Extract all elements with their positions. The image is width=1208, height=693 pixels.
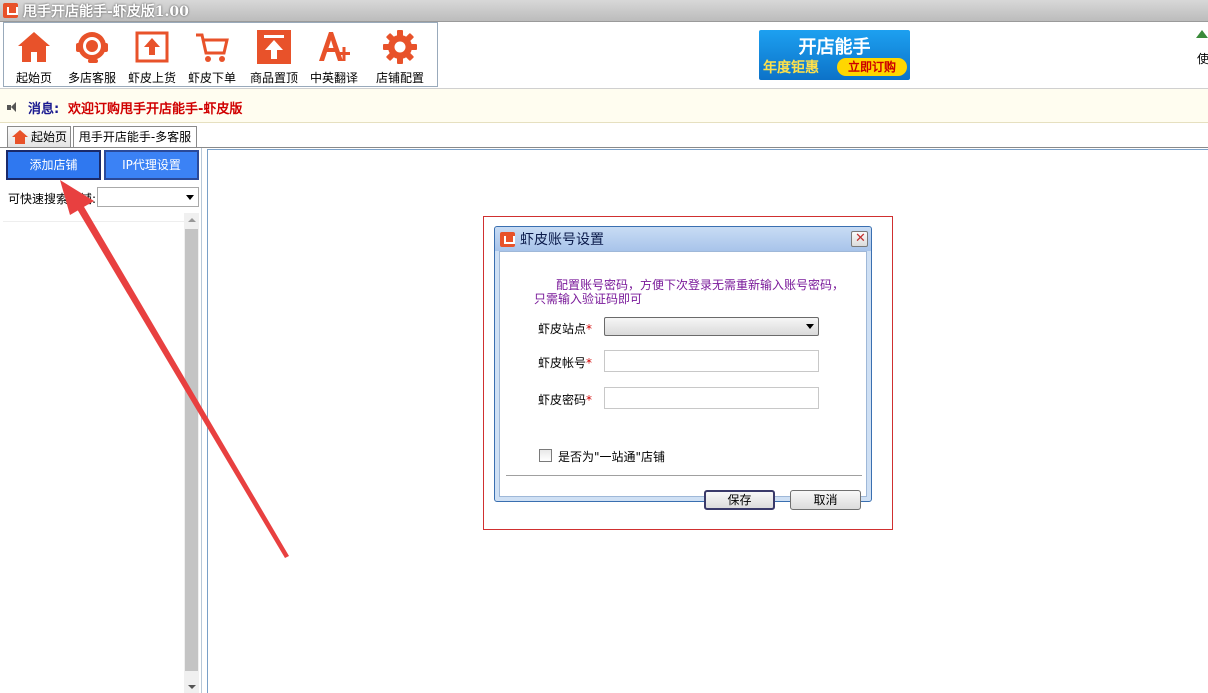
scroll-up-icon[interactable]	[188, 218, 196, 222]
scroll-down-icon[interactable]	[188, 685, 196, 689]
promo-banner[interactable]: 开店能手 年度钜惠 立即订购	[759, 30, 910, 80]
site-label: 虾皮站点*	[538, 322, 593, 336]
toolbar-order-button[interactable]: 虾皮下单	[182, 23, 242, 87]
dialog-note: 配置账号密码，方便下次登录无需重新输入账号密码， 只需输入验证码即可	[534, 278, 864, 306]
toolbar-shop-config-button[interactable]: 店铺配置	[370, 23, 430, 87]
toolbar-upload-button[interactable]: 虾皮上货	[122, 23, 182, 87]
toolbar-label: 店铺配置	[375, 71, 424, 85]
shopee-account-dialog: 虾皮账号设置 ✕ 配置账号密码，方便下次登录无需重新输入账号密码， 只需输入验证…	[494, 226, 872, 510]
home-icon	[12, 130, 28, 144]
shopping-cart-icon	[196, 33, 229, 62]
shop-search-select[interactable]	[97, 187, 199, 207]
promo-title: 开店能手	[798, 37, 871, 58]
shop-list-content	[3, 221, 184, 693]
ip-proxy-button[interactable]: IP代理设置	[104, 150, 199, 180]
gear-icon	[383, 30, 417, 64]
save-button[interactable]: 保存	[704, 490, 775, 510]
dialog-body: 配置账号密码，方便下次登录无需重新输入账号密码， 只需输入验证码即可 虾皮站点*…	[499, 251, 867, 510]
message-label: 消息:	[28, 102, 60, 117]
title-bar: 甩手开店能手-虾皮版1.00	[0, 0, 1208, 22]
toolbar-label: 中英翻译	[309, 71, 358, 85]
cancel-button[interactable]: 取消	[790, 490, 861, 510]
one-stop-label: 是否为"一站通"店铺	[558, 450, 666, 464]
account-label: 虾皮帐号*	[538, 356, 593, 370]
tab-start-page[interactable]: 起始页	[7, 126, 71, 147]
toolbar-label: 虾皮上货	[127, 71, 176, 85]
dialog-note-line2: 只需输入验证码即可	[534, 292, 643, 306]
toolbar-label: 多店客服	[67, 71, 116, 85]
scroll-thumb[interactable]	[185, 229, 198, 671]
shop-list-scrollbar[interactable]	[184, 213, 199, 693]
promo-order-button[interactable]: 立即订购	[837, 58, 907, 76]
dialog-title: 虾皮账号设置	[520, 232, 604, 248]
translate-icon	[319, 32, 350, 61]
close-icon: ✕	[855, 231, 866, 246]
speaker-icon	[7, 102, 21, 112]
toolbar-label: 虾皮下单	[187, 71, 236, 85]
site-select[interactable]	[604, 317, 819, 336]
tab-label: 起始页	[31, 130, 68, 144]
dialog-separator	[506, 475, 862, 476]
chevron-down-icon	[186, 195, 194, 200]
quick-search-label: 可快速搜索店铺:	[8, 192, 97, 206]
promo-subtitle: 年度钜惠	[763, 60, 819, 76]
add-shop-button[interactable]: 添加店铺	[6, 150, 101, 180]
toolbar-customer-service-button[interactable]: 多店客服	[62, 23, 122, 87]
dialog-close-button[interactable]: ✕	[851, 231, 868, 247]
chevron-down-icon	[806, 324, 814, 329]
toolbar-home-button[interactable]: 起始页	[4, 23, 64, 87]
app-icon	[3, 3, 18, 18]
toolbar-label: 商品置顶	[249, 71, 298, 85]
password-input[interactable]	[604, 387, 819, 409]
toolbar-pin-top-button[interactable]: 商品置顶	[244, 23, 304, 87]
customer-service-icon	[76, 32, 108, 63]
pin-top-icon	[257, 30, 291, 64]
upload-box-icon	[135, 31, 169, 63]
window-title: 甩手开店能手-虾皮版1.00	[23, 4, 189, 20]
main-toolbar: 起始页 多店客服 虾皮上货 虾皮下单 商品置顶 中英翻译 店铺配置	[3, 22, 438, 87]
shop-list[interactable]	[3, 213, 199, 693]
tab-multi-service[interactable]: 甩手开店能手-多客服	[73, 126, 197, 148]
home-icon	[18, 32, 50, 62]
up-arrow-icon	[1196, 30, 1208, 38]
one-stop-checkbox[interactable]	[539, 449, 552, 462]
message-text: 欢迎订购甩手开店能手-虾皮版	[68, 102, 243, 117]
app-icon	[500, 232, 515, 247]
tab-label: 甩手开店能手-多客服	[78, 130, 192, 144]
password-label: 虾皮密码*	[538, 393, 593, 407]
dialog-note-line1: 配置账号密码，方便下次登录无需重新输入账号密码，	[556, 278, 845, 292]
dialog-title-bar: 虾皮账号设置 ✕	[495, 227, 871, 251]
right-edge-label: 使	[1197, 52, 1208, 66]
right-edge-item[interactable]: 使	[1195, 30, 1208, 70]
account-input[interactable]	[604, 350, 819, 372]
toolbar-label: 起始页	[15, 71, 52, 85]
toolbar-translate-button[interactable]: 中英翻译	[304, 23, 364, 87]
